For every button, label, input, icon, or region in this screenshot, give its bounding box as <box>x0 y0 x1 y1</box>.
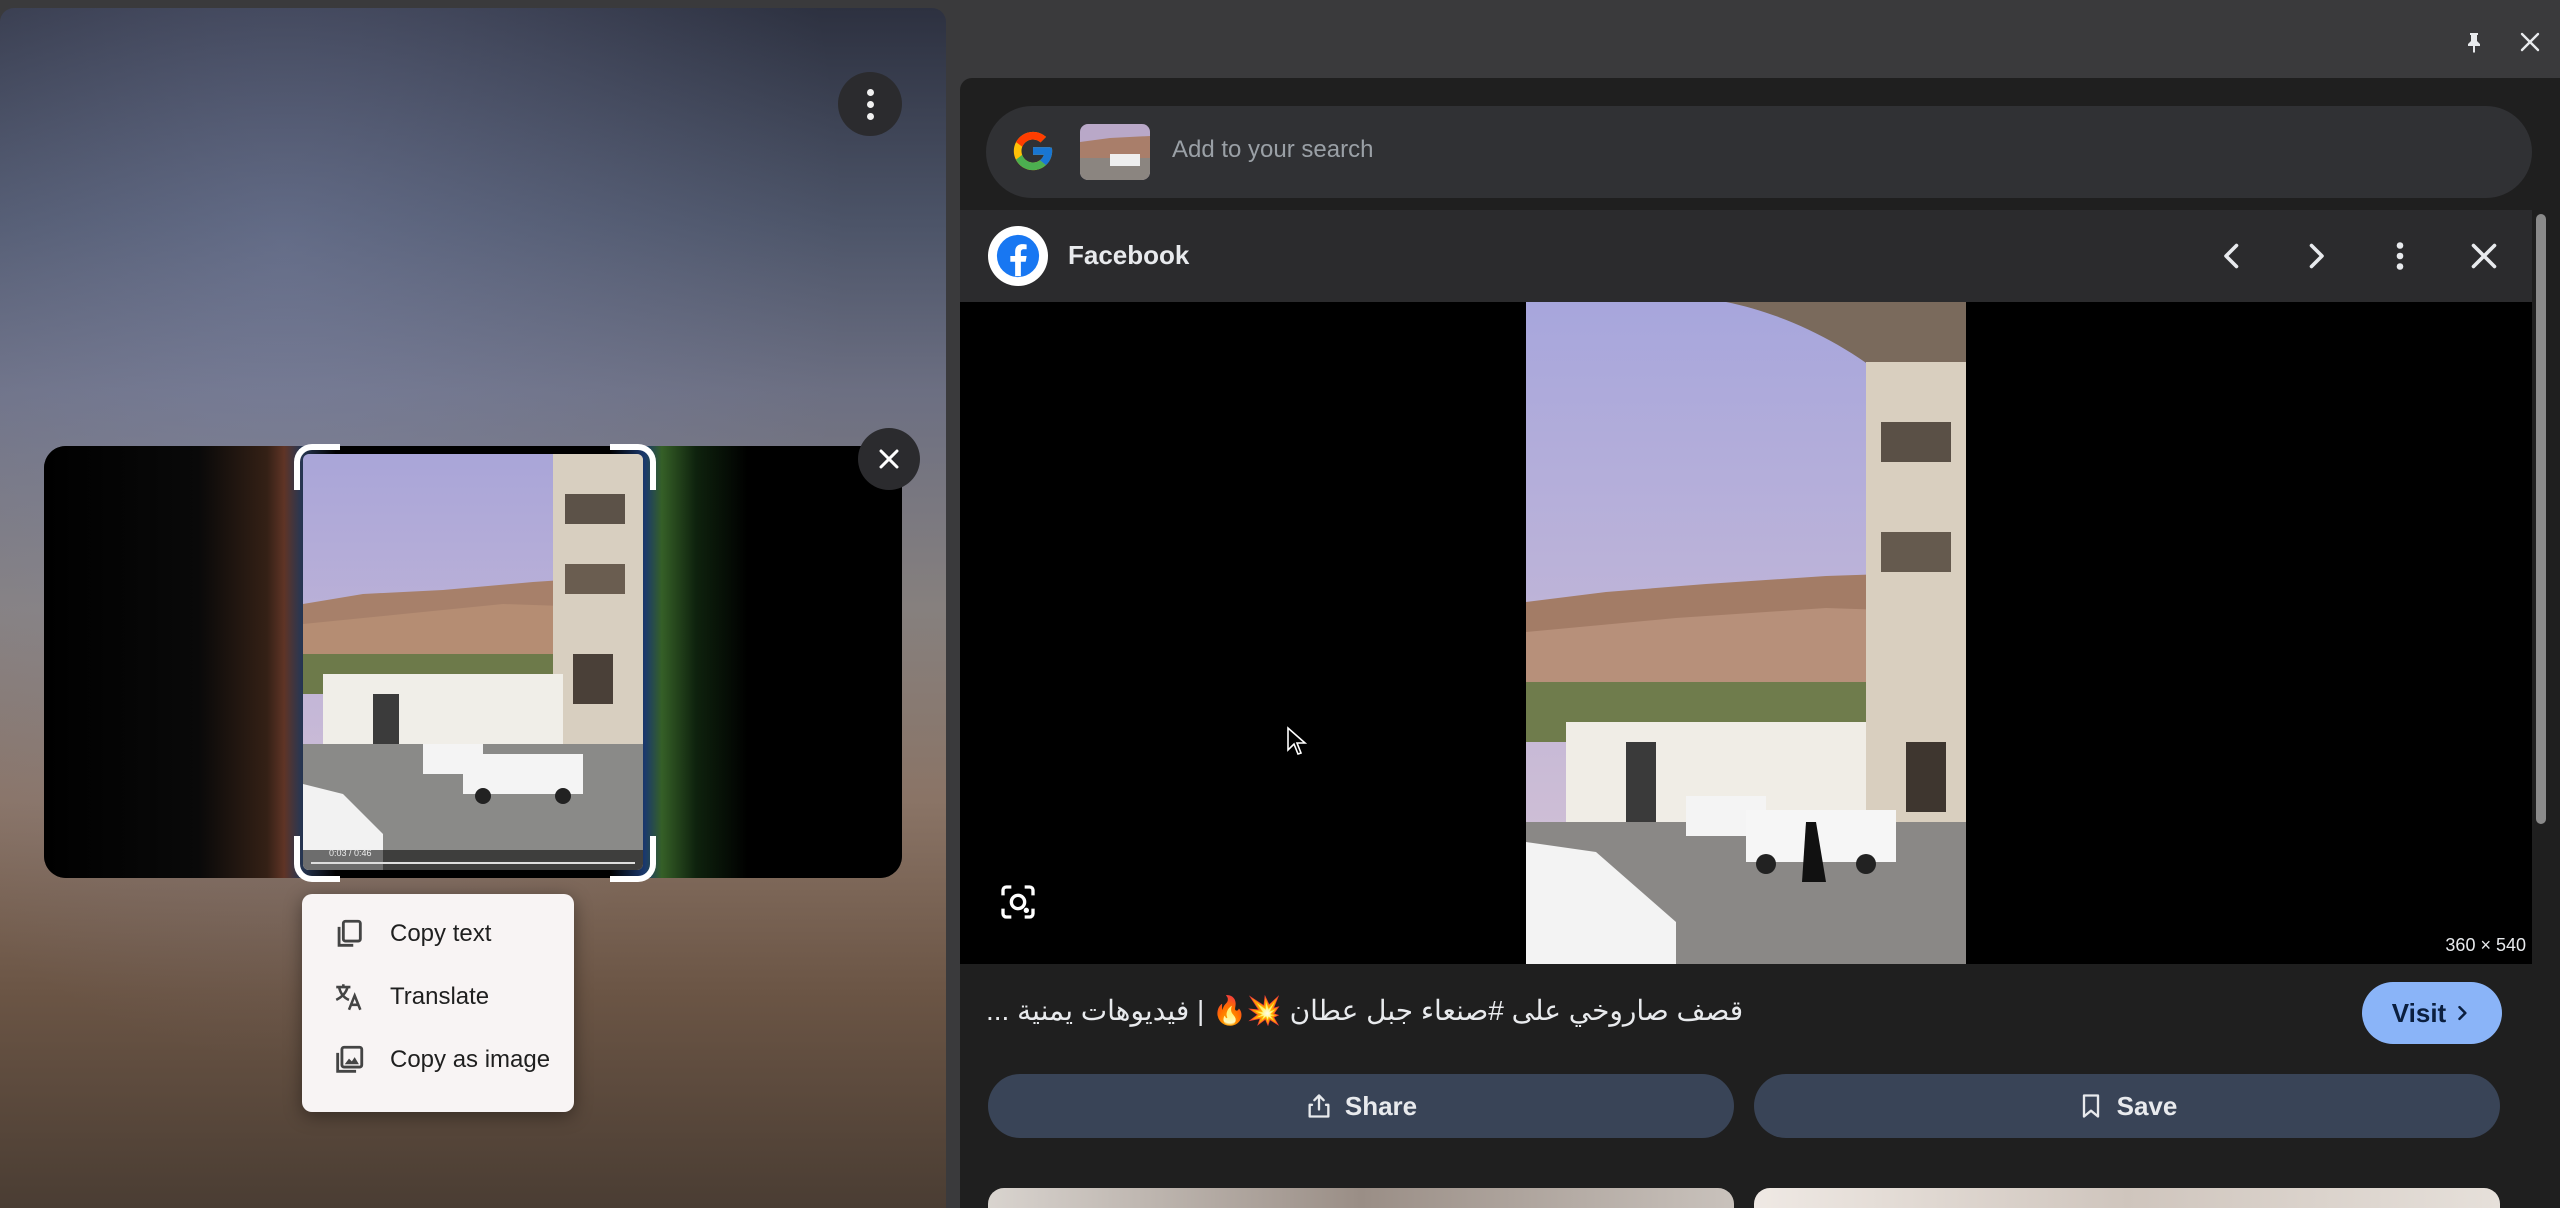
more-vert-icon[interactable] <box>2382 238 2418 274</box>
context-menu: Copy text Translate Copy as image <box>302 894 574 1112</box>
close-icon[interactable] <box>2466 238 2502 274</box>
search-results-panel: Add to your search Facebook 360 × 540 قص… <box>960 78 2560 1208</box>
save-label: Save <box>2116 1090 2178 1121</box>
chevron-left-icon[interactable] <box>2214 238 2250 274</box>
copy-as-image-menu-item[interactable]: Copy as image <box>302 1028 574 1091</box>
lens-overlay-panel: 0:03 / 0:46 Copy text Translate Copy as … <box>0 8 946 1208</box>
copy-text-menu-item[interactable]: Copy text <box>302 902 574 965</box>
selection-handle-bottom-right[interactable] <box>610 836 656 882</box>
search-input[interactable]: Add to your search <box>1172 136 1373 164</box>
source-header: Facebook <box>960 210 2532 302</box>
lens-search-icon[interactable] <box>998 882 1038 922</box>
translate-icon <box>335 983 362 1010</box>
share-icon <box>1308 1094 1330 1118</box>
google-logo-icon <box>1013 131 1053 171</box>
visit-label: Visit <box>2391 997 2447 1028</box>
result-image[interactable] <box>1526 302 1966 964</box>
save-button[interactable]: Save <box>1754 1074 2500 1138</box>
translate-menu-item[interactable]: Translate <box>302 965 574 1028</box>
copy-icon <box>337 919 362 947</box>
image-icon <box>336 1045 364 1073</box>
video-scene-image <box>303 454 643 870</box>
related-result-thumbnail[interactable] <box>1754 1188 2500 1208</box>
close-icon <box>879 449 899 469</box>
more-vert-icon <box>866 88 874 120</box>
image-dimensions: 360 × 540 <box>2445 935 2526 955</box>
more-options-button[interactable] <box>838 72 902 136</box>
close-panel-icon[interactable] <box>2518 30 2542 54</box>
copy-as-image-label: Copy as image <box>390 1045 551 1073</box>
result-title[interactable]: قصف صاروخي على #صنعاء جبل عطان 💥🔥 | فيدي… <box>986 994 2386 1027</box>
facebook-logo <box>988 226 1048 286</box>
copy-text-label: Copy text <box>390 919 492 947</box>
scrollbar[interactable] <box>2534 214 2548 1204</box>
share-button[interactable]: Share <box>988 1074 1734 1138</box>
bookmark-icon <box>2082 1094 2099 1118</box>
chevron-right-icon[interactable] <box>2298 238 2334 274</box>
result-photo <box>1526 302 1966 964</box>
chevron-right-icon <box>2458 1005 2467 1021</box>
search-bar[interactable]: Add to your search <box>986 106 2532 198</box>
image-viewer[interactable]: 360 × 540 <box>960 302 2532 964</box>
translate-label: Translate <box>390 982 490 1010</box>
selection-handle-top-right[interactable] <box>610 444 656 490</box>
facebook-icon <box>996 234 1040 278</box>
visit-button[interactable]: Visit <box>2362 982 2502 1044</box>
thumbnail-image <box>1080 124 1150 180</box>
selected-video-frame[interactable]: 0:03 / 0:46 <box>303 454 643 870</box>
query-image-thumbnail[interactable] <box>1080 124 1150 180</box>
scrollbar-thumb[interactable] <box>2536 214 2546 824</box>
related-result-thumbnail[interactable] <box>988 1188 1734 1208</box>
share-label: Share <box>1344 1090 1418 1121</box>
source-name[interactable]: Facebook <box>1068 240 1189 271</box>
close-selection-button[interactable] <box>858 428 920 490</box>
selection-handle-bottom-left[interactable] <box>294 836 340 882</box>
result-detail: Facebook 360 × 540 قصف صاروخي على #صنعاء… <box>960 210 2532 1208</box>
selection-handle-top-left[interactable] <box>294 444 340 490</box>
pin-icon[interactable] <box>2462 30 2486 54</box>
mouse-cursor-icon <box>1287 726 1308 755</box>
